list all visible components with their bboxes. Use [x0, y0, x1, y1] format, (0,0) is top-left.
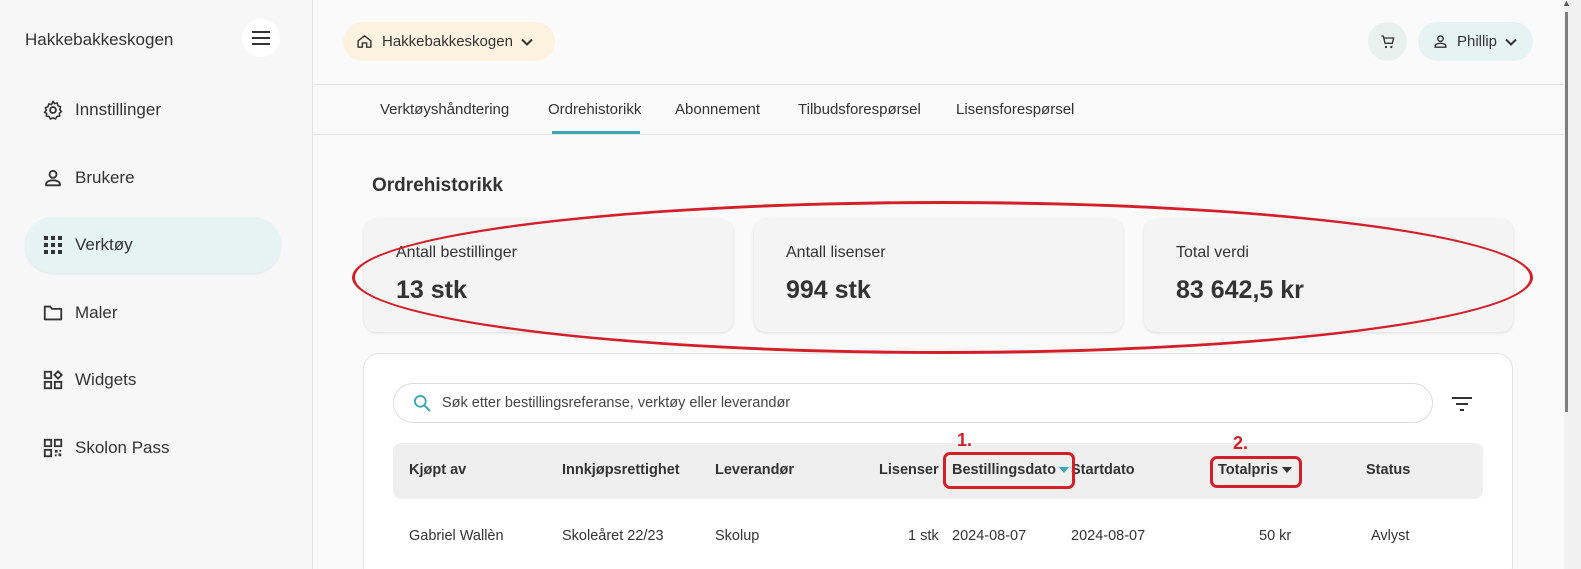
search-icon: [414, 395, 431, 412]
table-cell-status: Avlyst: [1371, 528, 1410, 544]
stat-card-licenses: Antall lisenser 994 stk: [754, 219, 1123, 332]
tab-verktoyshandtering[interactable]: Verktøyshåndtering: [380, 101, 509, 118]
column-header-totalpris[interactable]: Totalpris: [1218, 462, 1293, 478]
table-cell-innkjopsrettighet: Skoleåret 22/23: [562, 528, 664, 544]
chevron-down-icon: [521, 38, 533, 46]
app-root: Hakkebakkeskogen Innstillinger Brukere V…: [0, 0, 1581, 569]
stat-value: 13 stk: [396, 276, 467, 304]
table-cell-totalpris: 50 kr: [1259, 528, 1292, 544]
table-cell-startdato: 2024-08-07: [1071, 528, 1146, 544]
column-header-label: Totalpris: [1218, 462, 1279, 478]
hamburger-menu-icon: [252, 31, 270, 45]
table-cell-bestillingsdato: 2024-08-07: [952, 528, 1027, 544]
sidebar-item-label: Widgets: [75, 370, 137, 389]
annotation-marker-2: 2.: [1233, 433, 1249, 453]
sidebar-item-verktoy[interactable]: Verktøy: [25, 217, 281, 273]
active-tab-indicator: [552, 131, 640, 134]
column-header-status: Status: [1366, 462, 1411, 478]
sidebar-item-label: Innstillinger: [75, 100, 161, 119]
search-placeholder: Søk etter bestillingsreferanse, verktøy …: [442, 395, 791, 411]
column-header-kjopt-av: Kjøpt av: [409, 462, 467, 478]
grid-icon: [42, 234, 64, 256]
column-header-innkjopsrettighet: Innkjøpsrettighet: [562, 462, 680, 478]
top-header: Hakkebakkeskogen Phillip: [313, 0, 1564, 85]
sidebar-item-brukere[interactable]: Brukere: [25, 150, 281, 206]
table-cell-lisenser: 1 stk: [908, 528, 939, 544]
sidebar-item-widgets[interactable]: Widgets: [25, 352, 281, 408]
tab-lisensforesporsel[interactable]: Lisensforespørsel: [956, 101, 1074, 118]
tab-ordrehistorikk[interactable]: Ordrehistorikk: [548, 101, 641, 118]
organization-select[interactable]: Hakkebakkeskogen: [343, 22, 555, 61]
organization-label: Hakkebakkeskogen: [382, 33, 513, 50]
folder-icon: [42, 302, 64, 324]
sidebar-item-label: Verktøy: [75, 235, 133, 254]
filter-icon: [1452, 397, 1472, 411]
table-cell-leverandor: Skolup: [715, 528, 760, 544]
sidebar-item-label: Skolon Pass: [75, 437, 170, 457]
sidebar-item-label: Brukere: [75, 167, 135, 187]
sidebar-item-skolon-pass[interactable]: Skolon Pass: [25, 420, 281, 476]
sort-down-icon: [1282, 467, 1293, 474]
column-header-label: Bestillingsdato: [952, 462, 1056, 478]
gear-icon: [42, 99, 64, 121]
column-header-startdato: Startdato: [1071, 462, 1135, 478]
stat-label: Antall lisenser: [786, 244, 886, 261]
sidebar-nav: Innstillinger Brukere Verktøy Maler Widg…: [25, 82, 281, 487]
column-header-leverandor: Leverandør: [715, 462, 794, 478]
cart-button[interactable]: [1368, 22, 1407, 61]
sidebar-item-label: Maler: [75, 302, 118, 322]
chevron-down-icon: [1505, 38, 1517, 46]
stat-value: 83 642,5 kr: [1176, 276, 1304, 304]
search-input[interactable]: Søk etter bestillingsreferanse, verktøy …: [393, 383, 1433, 423]
stat-card-total-value: Total verdi 83 642,5 kr: [1144, 219, 1513, 332]
widgets-icon: [42, 369, 64, 391]
page-title: Ordrehistorikk: [372, 175, 503, 196]
scroll-up-arrow-icon[interactable]: ▲: [1562, 0, 1571, 8]
table-cell-kjopt-av: Gabriel Wallèn: [409, 528, 504, 544]
scrollbar-thumb[interactable]: [1565, 12, 1568, 412]
sidebar-item-innstillinger[interactable]: Innstillinger: [25, 82, 281, 138]
stat-value: 994 stk: [786, 276, 871, 304]
person-icon: [42, 167, 64, 189]
stat-card-orders: Antall bestillinger 13 stk: [364, 219, 733, 332]
menu-toggle-button[interactable]: [242, 19, 280, 57]
stat-label: Antall bestillinger: [396, 244, 517, 261]
sidebar: Hakkebakkeskogen Innstillinger Brukere V…: [0, 0, 313, 569]
sort-down-icon: [1058, 467, 1069, 474]
sidebar-brand: Hakkebakkeskogen: [25, 30, 174, 49]
stat-label: Total verdi: [1176, 244, 1249, 261]
column-header-lisenser: Lisenser: [879, 462, 939, 478]
user-name: Phillip: [1457, 33, 1498, 50]
tab-abonnement[interactable]: Abonnement: [675, 101, 760, 118]
qr-icon: [42, 437, 64, 459]
annotation-marker-1: 1.: [957, 430, 973, 450]
home-icon: [357, 35, 372, 48]
person-icon: [1434, 35, 1447, 48]
tab-bar: Verktøyshåndtering Ordrehistorikk Abonne…: [313, 86, 1564, 135]
filter-button[interactable]: [1450, 392, 1474, 416]
user-menu-button[interactable]: Phillip: [1418, 22, 1533, 61]
column-header-bestillingsdato[interactable]: Bestillingsdato: [952, 462, 1069, 478]
cart-icon: [1380, 34, 1394, 48]
sidebar-item-maler[interactable]: Maler: [25, 285, 281, 341]
tab-tilbudsforesporsel[interactable]: Tilbudsforespørsel: [798, 101, 921, 118]
